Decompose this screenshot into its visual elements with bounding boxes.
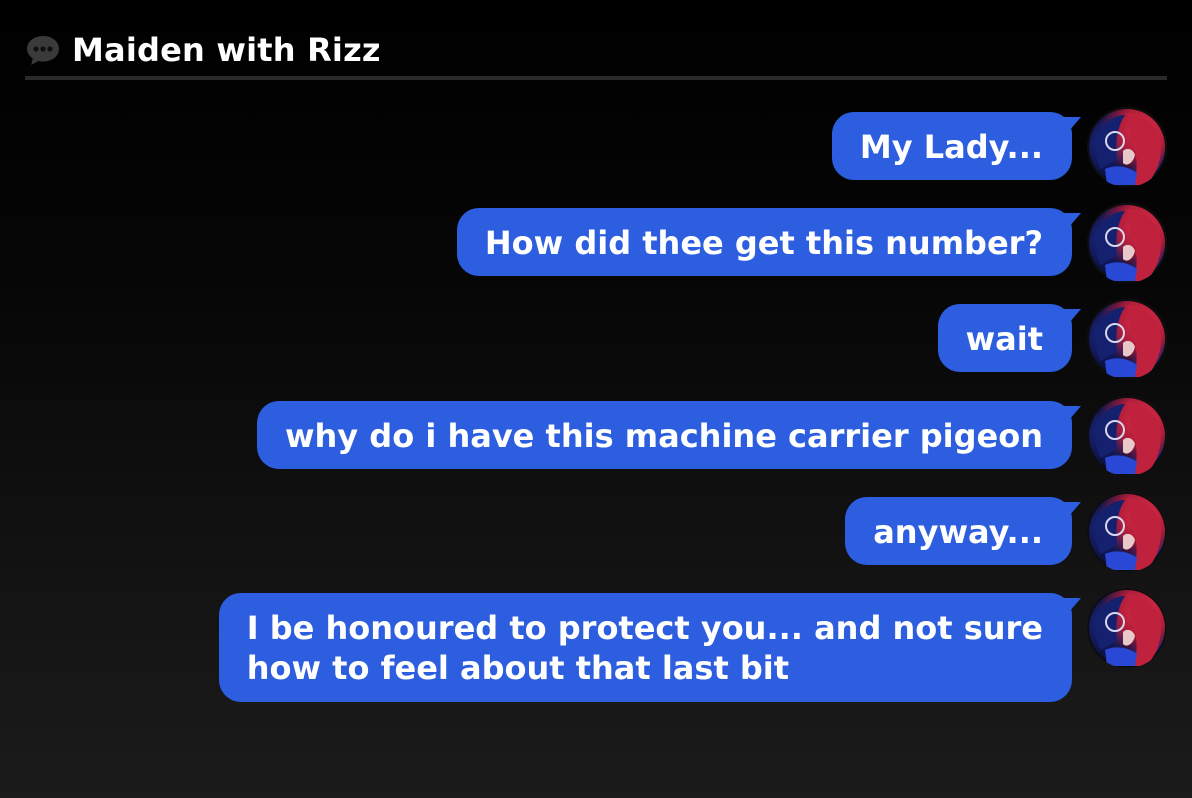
chat-header: Maiden with Rizz bbox=[25, 30, 1167, 80]
message-bubble[interactable]: My Lady... bbox=[831, 112, 1072, 180]
avatar-portrait-icon bbox=[1095, 498, 1161, 570]
message-row: My Lady... bbox=[831, 107, 1167, 187]
avatar-portrait-icon bbox=[1095, 594, 1161, 666]
avatar[interactable] bbox=[1087, 396, 1167, 476]
message-row: How did thee get this number? bbox=[456, 203, 1167, 283]
message-row: wait bbox=[937, 299, 1167, 379]
message-row: why do i have this machine carrier pigeo… bbox=[256, 396, 1167, 476]
message-bubble[interactable]: How did thee get this number? bbox=[456, 208, 1072, 276]
avatar-portrait-icon bbox=[1095, 305, 1161, 377]
speech-bubble-icon bbox=[27, 36, 59, 65]
avatar[interactable] bbox=[1087, 107, 1167, 187]
avatar-portrait-icon bbox=[1095, 113, 1161, 185]
message-bubble[interactable]: why do i have this machine carrier pigeo… bbox=[256, 401, 1072, 469]
message-row: anyway... bbox=[845, 492, 1167, 572]
message-bubble[interactable]: anyway... bbox=[845, 497, 1072, 565]
message-bubble[interactable]: I be honoured to protect you... and not … bbox=[218, 593, 1072, 702]
avatar-portrait-icon bbox=[1095, 209, 1161, 281]
message-row: I be honoured to protect you... and not … bbox=[218, 588, 1167, 702]
message-bubble[interactable]: wait bbox=[937, 304, 1072, 372]
chat-title: Maiden with Rizz bbox=[72, 31, 381, 69]
avatar[interactable] bbox=[1087, 299, 1167, 379]
avatar-portrait-icon bbox=[1095, 402, 1161, 474]
avatar[interactable] bbox=[1087, 492, 1167, 572]
avatar[interactable] bbox=[1087, 203, 1167, 283]
avatar[interactable] bbox=[1087, 588, 1167, 668]
